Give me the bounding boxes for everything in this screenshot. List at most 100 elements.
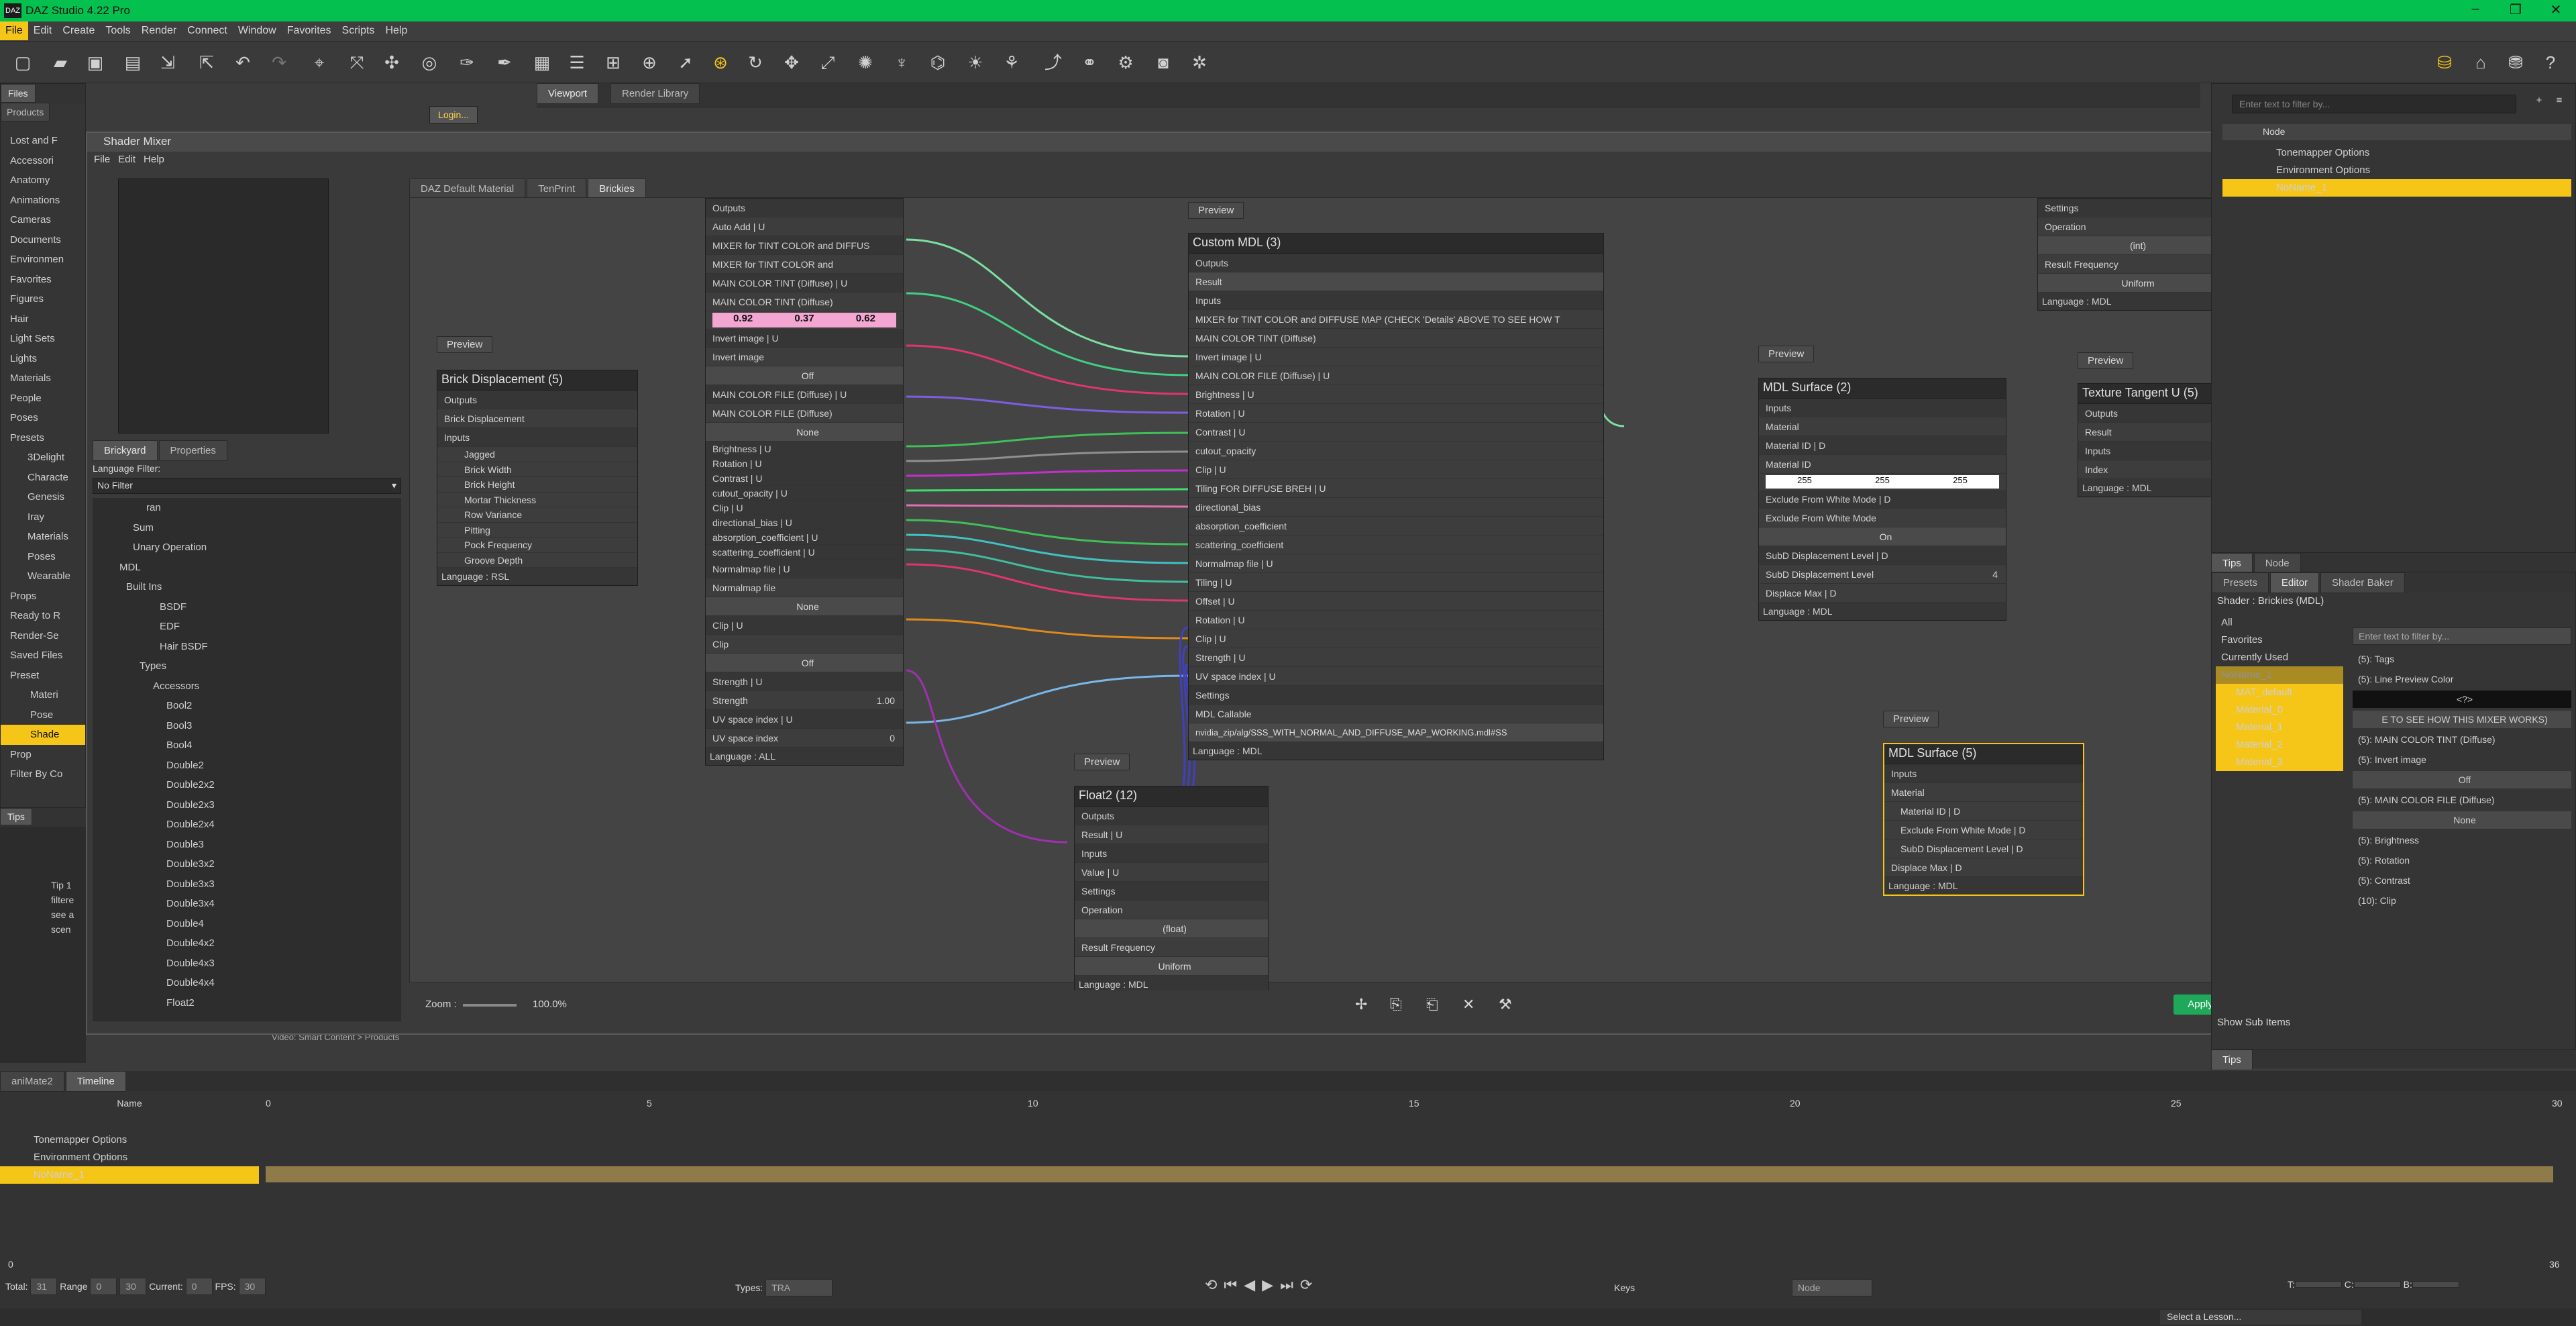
filter-all[interactable]: All	[2216, 614, 2343, 631]
node-weight-brush-icon[interactable]: ✑	[455, 50, 479, 74]
brickyard-item[interactable]: Bool3	[93, 716, 401, 736]
menu-help[interactable]: Help	[380, 21, 413, 40]
timeline-ruler[interactable]: 0 5 10 15 20 25 30	[266, 1098, 2563, 1117]
operation-select[interactable]: (int)	[2038, 236, 2231, 255]
brickyard-item[interactable]: Double4x2	[93, 933, 401, 954]
scene-item[interactable]: Environment Options	[2222, 162, 2571, 179]
types-select[interactable]: TRA	[765, 1279, 833, 1296]
surface-item[interactable]: Material_2	[2216, 736, 2343, 754]
content-item[interactable]: Lights	[1, 349, 85, 369]
tab-tips-bottom[interactable]: Tips	[2211, 1050, 2253, 1070]
tint-r[interactable]: 0.92	[712, 313, 774, 327]
iray-icon[interactable]: ✲	[1187, 50, 1212, 74]
custom-input[interactable]: MAIN COLOR TINT (Diffuse)	[1189, 329, 1603, 348]
brickyard-item[interactable]: MDL	[93, 558, 401, 578]
store-icon[interactable]: ⛃	[2504, 50, 2528, 74]
brick-displacement-node[interactable]: Brick Displacement (5) Outputs Brick Dis…	[437, 370, 638, 586]
brickyard-item[interactable]: Built Ins	[93, 577, 401, 597]
float2-node[interactable]: Float2 (12) Outputs Result | U Inputs Va…	[1074, 786, 1269, 994]
custom-input[interactable]: absorption_coefficient	[1189, 517, 1603, 536]
tab-files[interactable]: Files	[1, 84, 36, 103]
delete-icon[interactable]: ✕	[1462, 996, 1474, 1013]
settings-header[interactable]: Settings	[1189, 686, 1603, 705]
custom-input[interactable]: UV space index | U	[1189, 667, 1603, 686]
paste-icon[interactable]: ⎗	[1426, 996, 1438, 1013]
custom-input[interactable]: directional_bias	[1189, 498, 1603, 517]
content-item[interactable]: Lost and F	[1, 131, 85, 151]
import-icon[interactable]: ⇲	[156, 50, 180, 74]
menu-window[interactable]: Window	[233, 21, 282, 40]
export-icon[interactable]: ⇱	[195, 50, 219, 74]
surface-item[interactable]: Material_3	[2216, 754, 2343, 771]
brickyard-item[interactable]: Hair BSDF	[93, 637, 401, 657]
rotate-icon[interactable]: ↻	[743, 50, 767, 74]
help-icon[interactable]: ?	[2538, 50, 2563, 74]
settings-node[interactable]: Settings Operation (int) Result Frequenc…	[2037, 198, 2232, 311]
range-end-input[interactable]: 30	[119, 1278, 147, 1295]
total-input[interactable]: 31	[30, 1278, 58, 1295]
brick-input[interactable]: Groove Depth	[437, 553, 637, 568]
mixer-input-row[interactable]: Contrast | U	[706, 471, 903, 486]
node-select[interactable]: Node	[1792, 1279, 1873, 1296]
content-item[interactable]: Presets	[1, 428, 85, 448]
content-item[interactable]: Shade	[1, 725, 85, 745]
normalmap-row[interactable]: Normalmap file | U	[706, 560, 903, 578]
mixer-input-row[interactable]: absorption_coefficient | U	[706, 530, 903, 545]
render-icon[interactable]: ◙	[1151, 50, 1175, 74]
region-nav-icon[interactable]: ✒	[492, 50, 517, 74]
tools-icon[interactable]: ⚒	[1499, 996, 1512, 1013]
brickyard-item[interactable]: EDF	[93, 617, 401, 637]
settings-header[interactable]: Settings	[1075, 882, 1268, 901]
custom-input[interactable]: Tiling | U	[1189, 573, 1603, 592]
surface-tool-icon[interactable]: ▦	[530, 50, 554, 74]
brickyard-item[interactable]: Double4	[93, 914, 401, 934]
content-item[interactable]: Render-Se	[1, 626, 85, 646]
subd-input[interactable]: SubD Displacement Level | D	[1884, 839, 2083, 858]
lesson-select[interactable]: Select a Lesson...	[2160, 1310, 2361, 1325]
custom-input[interactable]: cutout_opacity	[1189, 442, 1603, 460]
content-item[interactable]: Preset	[1, 666, 85, 686]
mixer-menu-file[interactable]: File	[94, 154, 110, 165]
scene-item[interactable]: Tonemapper Options	[2222, 144, 2571, 162]
brickyard-item[interactable]: Double2x3	[93, 795, 401, 815]
grid-icon[interactable]: ⊞	[601, 50, 625, 74]
mixer-menu-edit[interactable]: Edit	[118, 154, 136, 165]
brickyard-item[interactable]: Accessors	[93, 676, 401, 697]
brick-input[interactable]: Pock Frequency	[437, 538, 637, 553]
surface-item[interactable]: MAT_default	[2216, 684, 2343, 701]
custom-input[interactable]: MIXER for TINT COLOR and DIFFUSE MAP (CH…	[1189, 310, 1603, 329]
content-item[interactable]: Iray	[1, 507, 85, 527]
content-item[interactable]: Cameras	[1, 210, 85, 230]
outputs-header[interactable]: Outputs	[437, 391, 637, 409]
show-sub-items-checkbox[interactable]: Show Sub Items	[2217, 1017, 2290, 1028]
exclude-white-input[interactable]: Exclude From White Mode | D	[1884, 821, 2083, 839]
new-file-icon[interactable]: ▢	[11, 50, 35, 74]
filter-favorites[interactable]: Favorites	[2216, 631, 2343, 649]
rgb-r[interactable]: 255	[1766, 475, 1843, 489]
render-settings-icon[interactable]: ⚙	[1114, 50, 1138, 74]
invert-image-row[interactable]: Invert image | U	[706, 329, 903, 348]
universal-tool-icon[interactable]: ⊕	[637, 50, 661, 74]
brick-input[interactable]: Brick Height	[437, 477, 637, 493]
home-icon[interactable]: ⌂	[2469, 50, 2493, 74]
main-color-tint-row[interactable]: MAIN COLOR TINT (Diffuse) | U	[706, 274, 903, 293]
spot-render-icon[interactable]: ✺	[853, 50, 877, 74]
content-item[interactable]: Saved Files	[1, 646, 85, 666]
inputs-header[interactable]: Inputs	[1189, 291, 1603, 310]
mixer-menu-help[interactable]: Help	[144, 154, 164, 165]
t-input[interactable]	[2294, 1281, 2342, 1288]
preview-button-surface5[interactable]: Preview	[1883, 711, 1939, 727]
c-input[interactable]	[2353, 1281, 2401, 1288]
add-icon[interactable]: +	[2531, 95, 2547, 113]
content-item[interactable]: Wearable	[1, 566, 85, 586]
content-item[interactable]: Materials	[1, 368, 85, 389]
merge-icon[interactable]: ▣	[83, 50, 107, 74]
tab-render-library[interactable]: Render Library	[610, 83, 700, 104]
mixer-input-row[interactable]: Clip | U	[706, 501, 903, 515]
pose-tool-icon[interactable]: ✣	[380, 50, 404, 74]
figure-setup-icon[interactable]: ⚘	[1000, 50, 1024, 74]
content-item[interactable]: Pose	[1, 705, 85, 725]
shader-canvas[interactable]: Preview Brick Displacement (5) Outputs B…	[409, 197, 2272, 994]
subd-slider[interactable]: SubD Displacement Level 4	[1759, 565, 2006, 584]
inputs-header[interactable]: Inputs	[1884, 764, 2083, 783]
